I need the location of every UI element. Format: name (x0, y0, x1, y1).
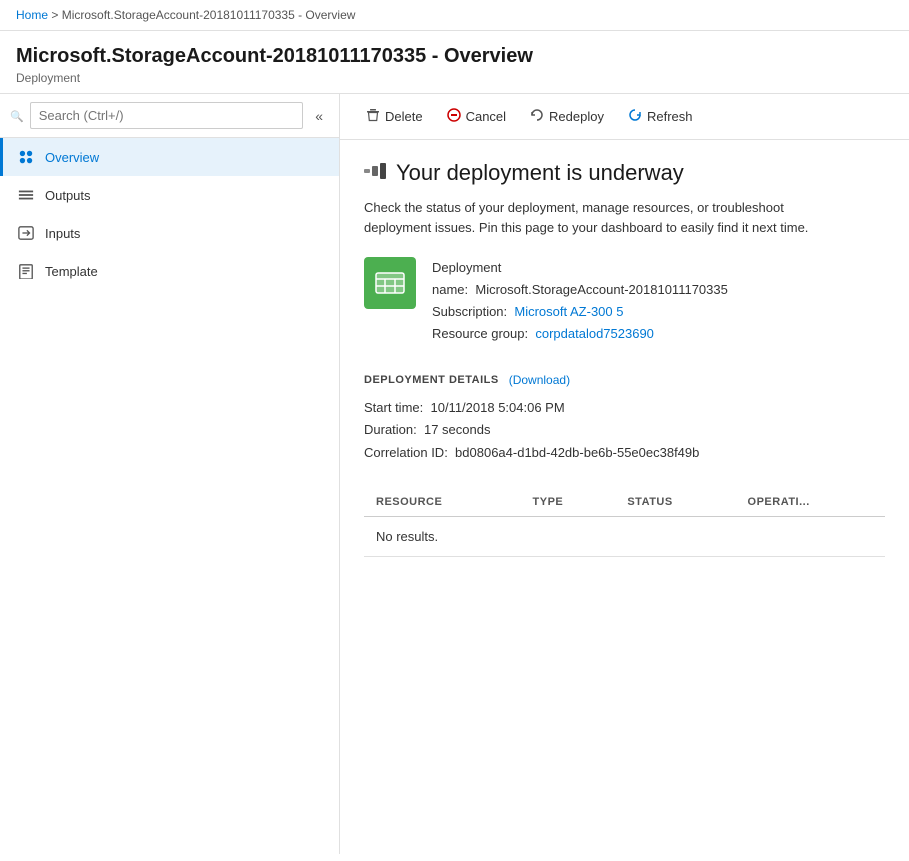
cancel-icon (447, 108, 461, 125)
main-layout: « Overview (0, 93, 909, 854)
resource-group: Resource group: corpdatalod7523690 (432, 323, 728, 345)
content-body: Your deployment is underway Check the st… (340, 140, 909, 854)
breadcrumb-current: Microsoft.StorageAccount-20181011170335 … (62, 8, 356, 22)
sidebar-item-inputs-label: Inputs (45, 226, 80, 241)
overview-icon (17, 148, 35, 166)
deployment-details-section: DEPLOYMENT DETAILS (Download) Start time… (364, 373, 885, 463)
delete-icon (366, 108, 380, 125)
resource-subscription: Subscription: Microsoft AZ-300 5 (432, 301, 728, 323)
delete-button[interactable]: Delete (356, 102, 433, 131)
col-operations: OPERATI... (736, 488, 885, 517)
search-input[interactable] (30, 102, 304, 129)
subscription-link[interactable]: Microsoft AZ-300 5 (514, 304, 623, 319)
sidebar-collapse-button[interactable]: « (309, 106, 329, 126)
sidebar: « Overview (0, 94, 340, 854)
deployment-description: Check the status of your deployment, man… (364, 198, 844, 237)
no-results-row: No results. (364, 516, 885, 556)
no-results-text: No results. (364, 516, 885, 556)
sidebar-item-outputs[interactable]: Outputs (0, 176, 339, 214)
toolbar: Delete Cancel Redeploy (340, 94, 909, 140)
resource-card: Deployment name: Microsoft.StorageAccoun… (364, 257, 885, 345)
deployment-heading: Your deployment is underway (364, 160, 885, 186)
deployment-details-title: DEPLOYMENT DETAILS (364, 374, 499, 386)
breadcrumb-home-link[interactable]: Home (16, 8, 48, 22)
page-subtitle: Deployment (16, 71, 893, 85)
outputs-icon (17, 186, 35, 204)
redeploy-button[interactable]: Redeploy (520, 102, 614, 131)
resource-deployment-label: Deployment (432, 257, 728, 279)
template-icon (17, 262, 35, 280)
delete-label: Delete (385, 109, 423, 124)
col-resource: RESOURCE (364, 488, 521, 517)
start-time-line: Start time: 10/11/2018 5:04:06 PM (364, 397, 885, 419)
col-type: TYPE (521, 488, 616, 517)
sidebar-search-bar: « (0, 94, 339, 138)
sidebar-item-overview[interactable]: Overview (0, 138, 339, 176)
correlation-line: Correlation ID: bd0806a4-d1bd-42db-be6b-… (364, 442, 885, 464)
breadcrumb-separator: > (51, 8, 58, 22)
refresh-label: Refresh (647, 109, 693, 124)
sidebar-item-outputs-label: Outputs (45, 188, 91, 203)
sidebar-nav: Overview Outputs (0, 138, 339, 854)
breadcrumb: Home > Microsoft.StorageAccount-20181011… (0, 0, 909, 31)
results-table: RESOURCE TYPE STATUS OPERATI... No resul… (364, 488, 885, 557)
sidebar-item-inputs[interactable]: Inputs (0, 214, 339, 252)
redeploy-icon (530, 108, 544, 125)
deployment-underway-icon (364, 163, 386, 184)
page-title: Microsoft.StorageAccount-20181011170335 … (16, 43, 893, 69)
deployment-details-header: DEPLOYMENT DETAILS (Download) (364, 373, 885, 387)
page-header: Microsoft.StorageAccount-20181011170335 … (0, 31, 909, 93)
deployment-heading-text: Your deployment is underway (396, 160, 684, 186)
cancel-label: Cancel (466, 109, 506, 124)
sidebar-item-overview-label: Overview (45, 150, 99, 165)
refresh-icon (628, 108, 642, 125)
sidebar-item-template-label: Template (45, 264, 98, 279)
duration-line: Duration: 17 seconds (364, 419, 885, 441)
download-link[interactable]: (Download) (509, 373, 570, 387)
refresh-button[interactable]: Refresh (618, 102, 703, 131)
inputs-icon (17, 224, 35, 242)
resource-group-link[interactable]: corpdatalod7523690 (535, 326, 654, 341)
resource-name: name: Microsoft.StorageAccount-201810111… (432, 279, 728, 301)
resource-info: Deployment name: Microsoft.StorageAccoun… (432, 257, 728, 345)
redeploy-label: Redeploy (549, 109, 604, 124)
content-area: Delete Cancel Redeploy (340, 94, 909, 854)
col-status: STATUS (615, 488, 735, 517)
resource-card-icon (364, 257, 416, 309)
cancel-button[interactable]: Cancel (437, 102, 516, 131)
sidebar-item-template[interactable]: Template (0, 252, 339, 290)
search-icon (10, 108, 24, 123)
